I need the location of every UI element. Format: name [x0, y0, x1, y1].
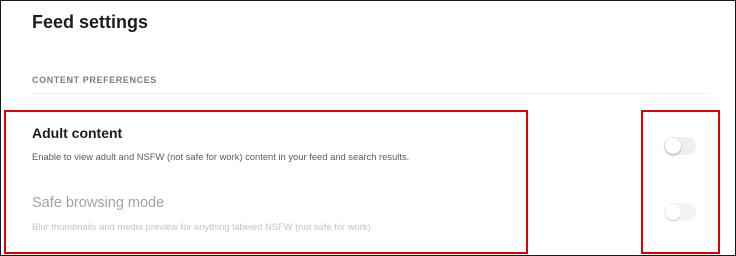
setting-title-safe-browsing-mode: Safe browsing mode [32, 195, 165, 211]
setting-description-safe-browsing-mode: Blur thumbnails and media preview for an… [32, 221, 374, 232]
toggle-knob [665, 138, 681, 154]
setting-title-adult-content: Adult content [32, 125, 123, 141]
setting-description-adult-content: Enable to view adult and NSFW (not safe … [32, 151, 410, 162]
adult-content-toggle[interactable] [664, 137, 696, 155]
feed-settings-panel: Feed settings CONTENT PREFERENCES Adult … [0, 0, 736, 256]
section-divider [32, 93, 710, 94]
section-label-content-preferences: CONTENT PREFERENCES [32, 75, 157, 85]
safe-browsing-mode-toggle[interactable] [664, 203, 696, 221]
toggle-knob [665, 204, 681, 220]
page-title: Feed settings [32, 12, 149, 32]
